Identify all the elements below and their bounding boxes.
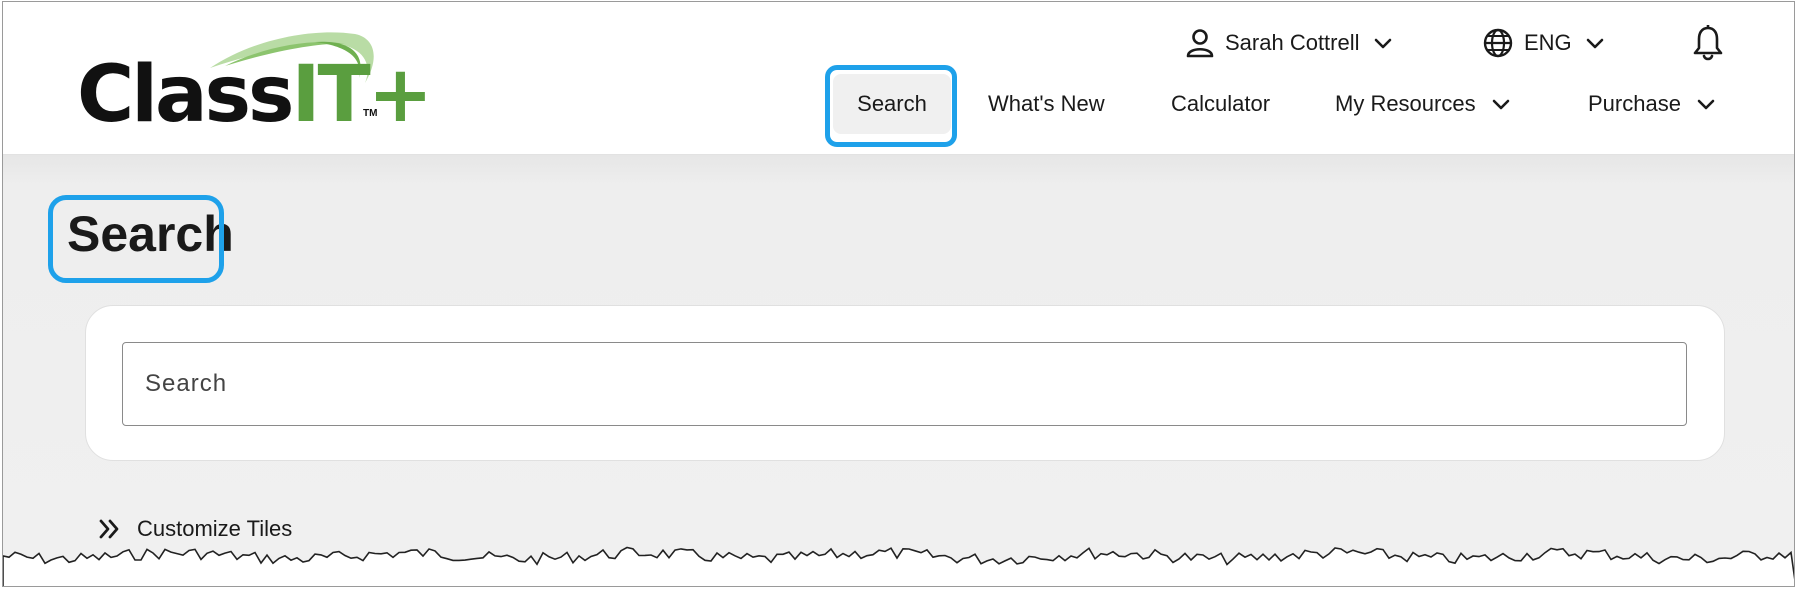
nav-item-purchase[interactable]: Purchase [1588, 74, 1717, 134]
chevron-down-icon [1492, 99, 1509, 110]
page-title: Search [67, 206, 234, 262]
main-content: Search Customize Tiles [3, 155, 1794, 586]
nav-item-label: Calculator [1171, 91, 1271, 116]
nav-item-whats-new[interactable]: What's New [988, 74, 1105, 134]
search-card [85, 305, 1725, 461]
site-header: ClassIT+ TM Sarah Cottrell ENG Search Wh… [3, 2, 1794, 155]
nav-item-search[interactable]: Search [833, 74, 951, 134]
chevron-down-icon [1586, 38, 1603, 49]
torn-edge-decoration [3, 546, 1794, 586]
nav-item-label: Search [857, 91, 927, 116]
globe-icon [1483, 28, 1513, 58]
search-input[interactable] [122, 342, 1687, 426]
nav-item-label: My Resources [1335, 91, 1476, 116]
nav-item-label: Purchase [1588, 91, 1681, 116]
app-window: ClassIT+ TM Sarah Cottrell ENG Search Wh… [2, 1, 1795, 587]
bell-icon[interactable] [1691, 24, 1725, 62]
nav-item-calculator[interactable]: Calculator [1171, 74, 1270, 134]
chevron-down-icon [1697, 99, 1715, 110]
main-nav: Search What's New Calculator My Resource… [3, 74, 1794, 134]
nav-item-my-resources[interactable]: My Resources [1335, 74, 1512, 134]
language-menu[interactable]: ENG [1482, 24, 1606, 62]
user-menu[interactable]: Sarah Cottrell [1185, 24, 1394, 62]
user-icon [1186, 29, 1214, 58]
nav-item-label: What's New [988, 91, 1105, 116]
user-name: Sarah Cottrell [1225, 30, 1360, 55]
chevron-down-icon [1374, 38, 1391, 49]
language-label: ENG [1524, 30, 1572, 55]
